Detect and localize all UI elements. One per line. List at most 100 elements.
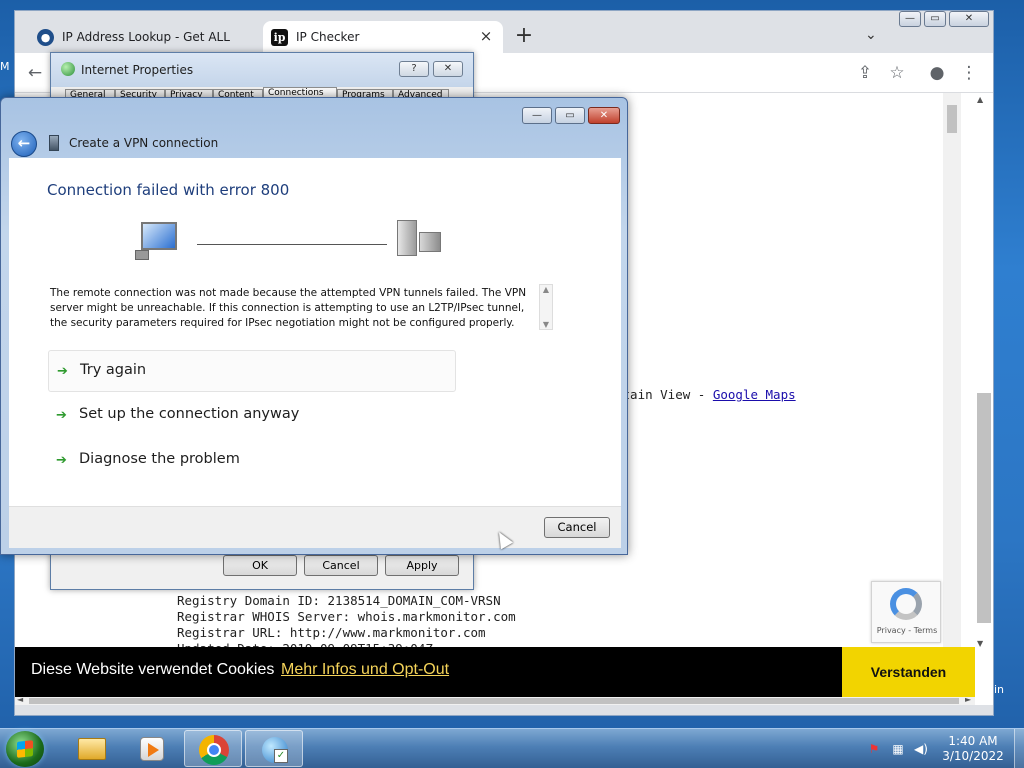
system-clock[interactable]: 1:40 AM 3/10/2022	[936, 734, 1010, 764]
scroll-left-icon[interactable]: ◄	[17, 695, 23, 704]
clock-date: 3/10/2022	[942, 749, 1004, 763]
ok-button[interactable]: OK	[223, 555, 297, 576]
error-title: Connection failed with error 800	[47, 181, 290, 199]
taskbar-chrome[interactable]	[184, 730, 242, 767]
green-arrow-icon: ➔	[56, 453, 67, 468]
cookie-accept-button[interactable]: Verstanden	[842, 647, 975, 697]
minimize-button[interactable]: —	[899, 11, 921, 27]
tab-title: IP Checker	[296, 30, 360, 44]
desktop-edge-text: in	[994, 683, 1005, 696]
chrome-core	[207, 743, 221, 757]
recaptcha-badge[interactable]: Privacy - Terms	[871, 581, 941, 643]
cookie-opt-out-link[interactable]: Mehr Infos und Opt-Out	[281, 661, 449, 679]
tab-title: IP Address Lookup - Get ALL IP Lo	[62, 30, 232, 44]
window-title: Internet Properties	[81, 63, 194, 77]
computer-screen	[141, 222, 177, 250]
scroll-up-icon[interactable]: ▲	[977, 95, 983, 104]
close-window-button[interactable]: ✕	[949, 11, 989, 27]
checklist-glyph: ✓	[274, 749, 288, 763]
whois-line: Registry Domain ID: 2138514_DOMAIN_COM-V…	[177, 593, 501, 608]
ipl-logo-icon: ●	[37, 28, 54, 46]
green-arrow-icon: ➔	[56, 408, 67, 423]
scrollbar-thumb[interactable]	[947, 105, 957, 133]
network-tray-icon[interactable]: ▦	[890, 741, 906, 757]
server-icon	[397, 220, 441, 256]
chrome-icon	[199, 735, 229, 765]
maximize-button[interactable]: ▭	[924, 11, 946, 27]
taskbar: ✓ ⚑ ▦ ◀) 1:40 AM 3/10/2022	[0, 728, 1024, 768]
start-button[interactable]	[6, 731, 44, 767]
windows-logo-icon	[17, 740, 33, 758]
horizontal-scroll-thumb[interactable]	[29, 698, 959, 704]
wizard-content: Connection failed with error 800 The rem…	[9, 158, 621, 506]
server-tower	[397, 220, 417, 256]
scroll-right-icon[interactable]: ►	[965, 695, 971, 704]
taskbar-internet-properties[interactable]: ✓	[245, 730, 303, 767]
location-line: ntain View - Google Maps	[615, 387, 796, 402]
apply-button[interactable]: Apply	[385, 555, 459, 576]
diagnose-problem-option[interactable]: ➔ Diagnose the problem	[48, 440, 456, 482]
media-player-icon	[140, 737, 164, 761]
whois-line: Registrar WHOIS Server: whois.markmonito…	[177, 609, 516, 624]
close-button[interactable]: ✕	[588, 107, 620, 124]
scroll-up-icon[interactable]: ▲	[540, 285, 552, 294]
window-controls: — ▭ ✕	[899, 11, 992, 27]
cancel-button[interactable]: Cancel	[544, 517, 610, 538]
share-icon[interactable]: ⇪	[853, 61, 877, 85]
computer-base	[135, 250, 149, 260]
wizard-header-title: Create a VPN connection	[69, 136, 219, 150]
tab-ip-checker[interactable]: ip IP Checker ×	[263, 21, 503, 53]
back-arrow-icon[interactable]: ←	[23, 61, 47, 85]
folder-icon	[78, 738, 106, 760]
play-glyph	[148, 743, 159, 757]
vpn-connection-dialog: — ▭ ✕ ← Create a VPN connection Connecti…	[0, 97, 628, 555]
whois-line: Registrar URL: http://www.markmonitor.co…	[177, 625, 486, 640]
volume-icon[interactable]: ◀)	[913, 741, 929, 757]
connection-line	[197, 244, 387, 245]
help-button[interactable]: ?	[399, 61, 429, 77]
message-scrollbar[interactable]: ▲ ▼	[539, 284, 553, 330]
internet-properties-titlebar[interactable]: Internet Properties ? ✕	[51, 53, 473, 87]
green-arrow-icon: ➔	[57, 364, 68, 379]
option-label: Try again	[80, 362, 147, 378]
tab-search-icon[interactable]: ⌄	[865, 27, 877, 43]
tab-ip-address-lookup[interactable]: ● IP Address Lookup - Get ALL IP Lo	[29, 21, 257, 53]
show-desktop-button[interactable]	[1014, 729, 1024, 768]
ip-logo-icon: ip	[271, 28, 288, 46]
scroll-down-icon[interactable]: ▼	[540, 320, 552, 329]
taskbar-explorer[interactable]	[62, 730, 120, 767]
desktop-edge-text: M	[0, 60, 10, 73]
close-button[interactable]: ✕	[433, 61, 463, 77]
minimize-button[interactable]: —	[522, 107, 552, 124]
cookie-banner: Diese Website verwendet Cookies Mehr Inf…	[15, 647, 975, 697]
option-label: Diagnose the problem	[79, 451, 240, 467]
bookmark-star-icon[interactable]: ☆	[885, 61, 909, 85]
maximize-button[interactable]: ▭	[555, 107, 585, 124]
globe-icon	[61, 62, 75, 76]
chrome-menu-icon[interactable]: ⋮	[957, 61, 981, 85]
cookie-banner-text: Diese Website verwendet Cookies	[31, 661, 275, 678]
error-message: The remote connection was not made becau…	[50, 287, 527, 329]
clock-time: 1:40 AM	[948, 734, 998, 748]
computer-icon	[135, 220, 181, 262]
action-center-flag-icon[interactable]: ⚑	[866, 741, 882, 757]
google-maps-link[interactable]: Google Maps	[713, 387, 796, 402]
close-tab-icon[interactable]: ×	[477, 27, 495, 45]
taskbar-media-player[interactable]	[122, 730, 180, 767]
try-again-option[interactable]: ➔ Try again	[48, 350, 456, 392]
wizard-footer: Cancel	[9, 506, 621, 548]
option-label: Set up the connection anyway	[79, 406, 300, 422]
horizontal-scrollbar[interactable]: ◄ ►	[15, 695, 975, 705]
network-settings-icon: ✓	[262, 737, 288, 763]
vertical-scrollbar[interactable]	[943, 93, 961, 653]
recaptcha-icon	[890, 588, 922, 620]
set-up-anyway-option[interactable]: ➔ Set up the connection anyway	[48, 395, 456, 437]
profile-avatar-icon[interactable]: ●	[925, 61, 949, 85]
back-arrow-icon[interactable]: ←	[11, 131, 37, 157]
new-tab-button[interactable]: +	[513, 25, 535, 47]
scroll-down-icon[interactable]: ▼	[977, 639, 983, 648]
location-text: ntain View -	[615, 387, 713, 402]
cancel-button[interactable]: Cancel	[304, 555, 378, 576]
page-scrollbar-thumb[interactable]	[977, 393, 991, 623]
recaptcha-privacy-terms[interactable]: Privacy - Terms	[872, 626, 942, 635]
